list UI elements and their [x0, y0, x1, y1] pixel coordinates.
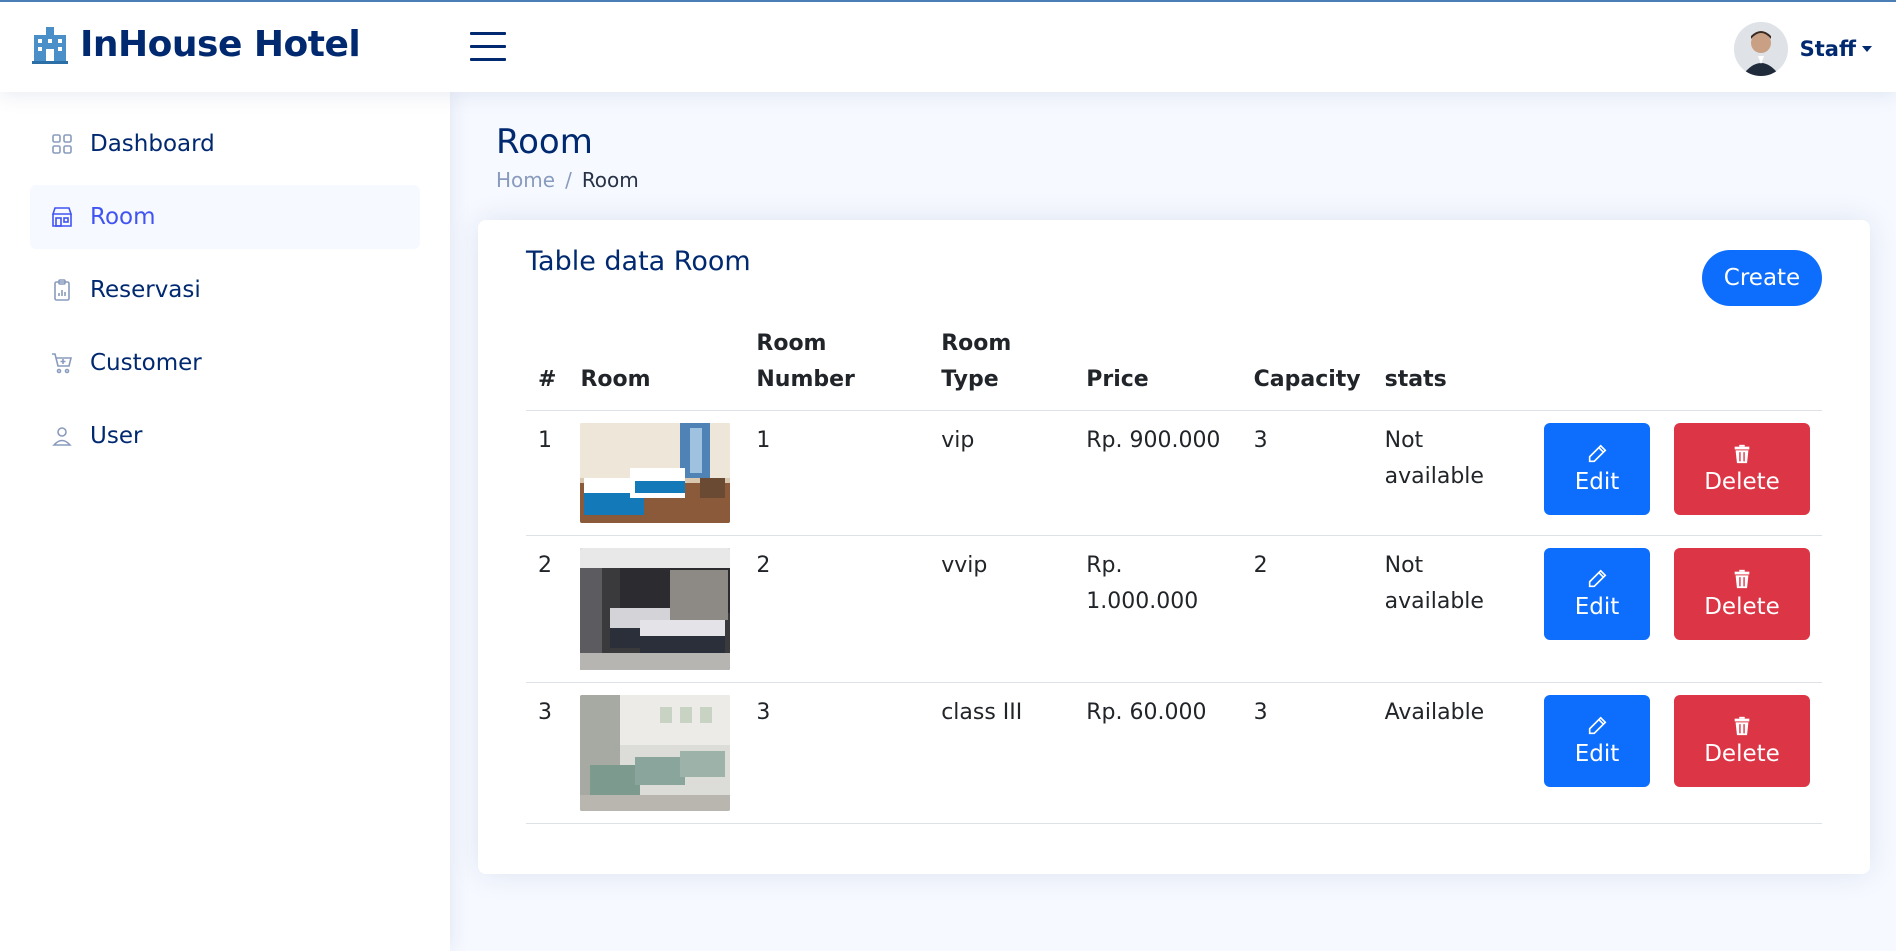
cell-no: 3: [526, 682, 569, 824]
cell-price: Rp. 900.000: [1074, 410, 1242, 536]
cell-room-type: class III: [929, 682, 1075, 824]
person-icon: [52, 427, 72, 446]
table-row: 3 3 class III Rp. 60.000 3 Available Edi…: [526, 682, 1822, 824]
delete-button[interactable]: Delete: [1674, 695, 1810, 787]
table-header-row: # Room Room Number Room Type Price Capac…: [526, 320, 1822, 411]
cell-room-type: vvip: [929, 535, 1075, 683]
delete-button[interactable]: Delete: [1674, 423, 1810, 515]
column-header: Room Type: [929, 320, 1075, 411]
avatar: [1733, 22, 1788, 76]
pencil-icon: [1588, 716, 1607, 735]
cell-status: Not available: [1372, 410, 1532, 536]
cell-no: 2: [526, 535, 569, 683]
cell-capacity: 2: [1241, 535, 1373, 683]
cell-no: 1: [526, 410, 569, 536]
column-header: Price: [1074, 320, 1242, 411]
trash-icon: [1734, 716, 1750, 736]
create-button[interactable]: Create: [1702, 250, 1822, 306]
shop-icon: [51, 207, 73, 227]
edit-label: Edit: [1574, 741, 1620, 767]
edit-label: Edit: [1574, 594, 1620, 620]
sidebar-item-room[interactable]: Room: [30, 185, 420, 249]
profile-name: Staff: [1799, 37, 1856, 61]
column-header: stats: [1372, 320, 1532, 411]
cell-room-image: [568, 410, 745, 536]
hotel-icon: [32, 26, 68, 64]
top-header: InHouse Hotel Staff: [0, 0, 1896, 92]
app-logo[interactable]: InHouse Hotel: [30, 24, 361, 65]
delete-label: Delete: [1704, 741, 1780, 767]
delete-button[interactable]: Delete: [1674, 548, 1810, 640]
cell-room-type: vip: [929, 410, 1075, 536]
breadcrumb-current: Room: [581, 168, 639, 192]
app-name: InHouse Hotel: [80, 24, 361, 65]
cell-status: Not available: [1372, 535, 1532, 683]
edit-button[interactable]: Edit: [1544, 548, 1650, 640]
column-header: Capacity: [1241, 320, 1373, 411]
page-title: Room: [496, 122, 593, 162]
hotel-room-photo: [580, 548, 731, 670]
cell-room-image: [568, 535, 745, 683]
cell-price: Rp. 60.000: [1074, 682, 1242, 824]
cell-price: Rp. 1.000.000: [1074, 535, 1242, 683]
trash-icon: [1734, 569, 1750, 589]
column-header: Room Number: [744, 320, 930, 411]
table-row: 2 2 vvip Rp. 1.000.000 2 Not available E…: [526, 535, 1822, 683]
cell-room-number: 1: [744, 410, 930, 536]
cell-actions: Edit Delete: [1532, 535, 1822, 683]
column-header-actions: [1532, 320, 1822, 411]
sidebar-item-customer[interactable]: Customer: [30, 331, 420, 395]
cell-capacity: 3: [1241, 410, 1373, 536]
cart-icon: [52, 353, 73, 374]
edit-button[interactable]: Edit: [1544, 695, 1650, 787]
breadcrumb-home-link[interactable]: Home: [496, 168, 555, 192]
edit-button[interactable]: Edit: [1544, 423, 1650, 515]
breadcrumb: Home / Room: [496, 168, 639, 192]
cell-status: Available: [1372, 682, 1532, 824]
sidebar: Dashboard Room Reservasi Customer User: [0, 92, 450, 951]
sidebar-item-label: Dashboard: [90, 131, 215, 157]
cell-room-number: 3: [744, 682, 930, 824]
sidebar-item-label: Reservasi: [90, 277, 201, 303]
cell-actions: Edit Delete: [1532, 682, 1822, 824]
sidebar-item-user[interactable]: User: [30, 404, 420, 468]
clipboard-data-icon: [54, 279, 70, 301]
delete-label: Delete: [1704, 594, 1780, 620]
room-table-card: Table data Room Create # Room Room Numbe…: [478, 220, 1870, 874]
sidebar-item-reservasi[interactable]: Reservasi: [30, 258, 420, 322]
column-header: Room: [568, 320, 745, 411]
profile-dropdown[interactable]: Staff: [1733, 22, 1872, 76]
grid-icon: [52, 134, 72, 154]
column-header: #: [526, 320, 569, 411]
pencil-icon: [1588, 444, 1607, 463]
main-content: Room Home / Room Table data Room Create # …: [450, 92, 1896, 951]
cell-room-image: [568, 682, 745, 824]
sidebar-item-dashboard[interactable]: Dashboard: [30, 112, 420, 176]
pencil-icon: [1588, 569, 1607, 588]
card-title: Table data Room: [526, 246, 751, 277]
cell-capacity: 3: [1241, 682, 1373, 824]
delete-label: Delete: [1704, 469, 1780, 495]
room-table: # Room Room Number Room Type Price Capac…: [526, 320, 1822, 824]
cell-room-number: 2: [744, 535, 930, 683]
table-row: 1 1 vip Rp. 900.000 3 Not available Edit…: [526, 410, 1822, 536]
sidebar-item-label: Room: [90, 204, 156, 230]
cell-actions: Edit Delete: [1532, 410, 1822, 536]
sidebar-toggle-button[interactable]: [470, 32, 506, 62]
sidebar-item-label: Customer: [90, 350, 202, 376]
edit-label: Edit: [1574, 469, 1620, 495]
trash-icon: [1734, 444, 1750, 464]
chevron-down-icon: [1862, 46, 1872, 52]
hotel-room-photo: [580, 695, 731, 811]
sidebar-item-label: User: [90, 423, 143, 449]
hotel-room-photo: [580, 423, 731, 523]
